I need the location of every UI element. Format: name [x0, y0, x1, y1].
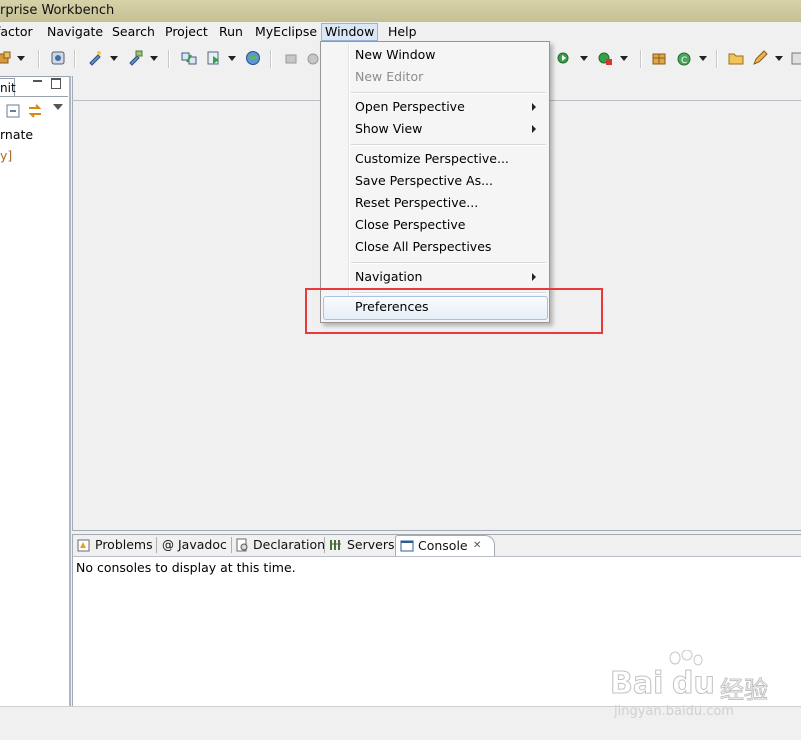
panel-header-divider [0, 96, 68, 97]
run-external-icon[interactable] [597, 50, 613, 66]
tab-problems[interactable]: Problems [77, 535, 153, 555]
tab-javadoc[interactable]: @ Javadoc [162, 535, 227, 555]
disabled-tool-icon-2[interactable] [305, 50, 321, 66]
menu-item-customize-perspective[interactable]: Customize Perspective... [355, 149, 509, 169]
maximize-icon[interactable] [51, 78, 61, 89]
submenu-arrow-icon [532, 125, 536, 133]
tab-servers[interactable]: Servers [329, 535, 395, 555]
package-explorer-tab-label: nit [0, 81, 16, 95]
tab-declaration[interactable]: Declaration [235, 535, 325, 555]
watermark-brand-2: du [672, 666, 716, 702]
browser-globe-icon[interactable] [245, 50, 261, 66]
dropdown-arrow-icon[interactable] [150, 56, 158, 61]
menu-refactor[interactable]: factor [0, 24, 35, 40]
menu-project[interactable]: Project [163, 24, 210, 40]
menu-myeclipse[interactable]: MyEclipse [253, 24, 319, 40]
menu-run[interactable]: Run [217, 24, 245, 40]
tab-servers-label: Servers [347, 537, 395, 552]
menu-item-open-perspective[interactable]: Open Perspective [355, 97, 465, 117]
dropdown-arrow-icon[interactable] [580, 56, 588, 61]
submenu-arrow-icon [532, 273, 536, 281]
menu-navigate[interactable]: Navigate [45, 24, 105, 40]
pencil-tool-icon[interactable] [752, 50, 768, 66]
tab-problems-label: Problems [95, 537, 153, 552]
refactor-tool-icon[interactable] [0, 50, 12, 66]
console-icon [400, 540, 414, 552]
tab-separator [156, 537, 157, 553]
menu-item-show-view[interactable]: Show View [355, 119, 422, 139]
close-icon[interactable]: ✕ [473, 536, 481, 556]
baidu-watermark: Bai du 经验 jingyan.baidu.com [609, 650, 790, 720]
dropdown-arrow-icon[interactable] [620, 56, 628, 61]
window-menu-dropdown: New Window New Editor Open Perspective S… [320, 41, 550, 323]
toolbar-separator [716, 50, 718, 68]
toolbar-separator [38, 50, 40, 68]
watermark-url: jingyan.baidu.com [614, 704, 734, 719]
menu-item-new-editor: New Editor [355, 69, 424, 84]
disabled-tool-icon[interactable] [283, 50, 299, 66]
view-menu-icon[interactable] [53, 104, 63, 110]
tab-separator [231, 537, 232, 553]
menu-bar: factor Navigate Search Project Run MyEcl… [0, 22, 801, 42]
run-server-icon[interactable] [206, 50, 222, 66]
menu-item-save-perspective-as[interactable]: Save Perspective As... [355, 171, 493, 191]
menu-item-navigation[interactable]: Navigation [355, 267, 422, 287]
bottom-tab-bar: Problems @ Javadoc Declaration Servers Co… [72, 534, 801, 556]
menu-help[interactable]: Help [386, 24, 419, 40]
menu-item-new-window[interactable]: New Window [355, 45, 436, 65]
tab-javadoc-label: Javadoc [178, 537, 227, 552]
dropdown-arrow-icon[interactable] [228, 56, 236, 61]
link-with-editor-icon[interactable] [27, 103, 43, 119]
dropdown-arrow-icon[interactable] [699, 56, 707, 61]
new-class-icon[interactable]: C [676, 50, 692, 66]
tab-console[interactable]: Console ✕ [395, 535, 495, 556]
more-tools-icon[interactable] [790, 50, 801, 66]
debug-run-icon[interactable] [556, 50, 572, 66]
minimize-icon[interactable] [33, 80, 42, 82]
tree-item[interactable]: rnate [0, 127, 33, 142]
new-project-icon[interactable] [127, 50, 143, 66]
menu-separator [351, 144, 546, 146]
tree-item-decoration[interactable]: y] [0, 148, 12, 163]
menu-separator [351, 92, 546, 94]
collapse-all-icon[interactable] [6, 104, 20, 118]
menu-gutter [348, 44, 350, 320]
watermark-cn: 经验 [720, 676, 769, 705]
tab-separator [324, 537, 325, 553]
toolbar-separator [168, 50, 170, 68]
watermark-brand: Bai [609, 666, 664, 702]
menu-item-reset-perspective[interactable]: Reset Perspective... [355, 193, 478, 213]
tab-declaration-label: Declaration [253, 537, 326, 552]
server-tool-icon[interactable] [50, 50, 66, 66]
console-empty-message: No consoles to display at this time. [76, 560, 296, 575]
menu-search[interactable]: Search [110, 24, 157, 40]
declaration-icon [236, 538, 248, 552]
tab-console-label: Console [418, 538, 468, 553]
at-sign-icon: @ [162, 538, 174, 552]
submenu-arrow-icon [532, 103, 536, 111]
toolbar-separator [270, 50, 272, 68]
package-explorer-tab[interactable]: nit [0, 78, 16, 97]
toolbar-separator [640, 50, 642, 68]
svg-text:C: C [681, 56, 687, 66]
menu-window[interactable]: Window [321, 23, 379, 41]
dropdown-arrow-icon[interactable] [110, 56, 118, 61]
package-icon[interactable] [651, 50, 667, 66]
menu-separator [351, 262, 546, 264]
window-title: rprise Workbench [0, 3, 115, 18]
open-folder-icon[interactable] [728, 50, 744, 66]
title-bar: rprise Workbench [0, 0, 801, 23]
new-wizard-icon[interactable] [87, 50, 103, 66]
dropdown-arrow-icon[interactable] [775, 56, 783, 61]
toolbar-separator [74, 50, 76, 68]
servers-icon [330, 540, 341, 550]
menu-item-close-all-perspectives[interactable]: Close All Perspectives [355, 237, 491, 257]
problems-icon [77, 539, 90, 552]
dropdown-arrow-icon[interactable] [17, 56, 25, 61]
menu-item-close-perspective[interactable]: Close Perspective [355, 215, 465, 235]
annotation-highlight-box [305, 288, 603, 334]
package-explorer-panel [0, 76, 71, 708]
deploy-icon[interactable] [181, 50, 197, 66]
